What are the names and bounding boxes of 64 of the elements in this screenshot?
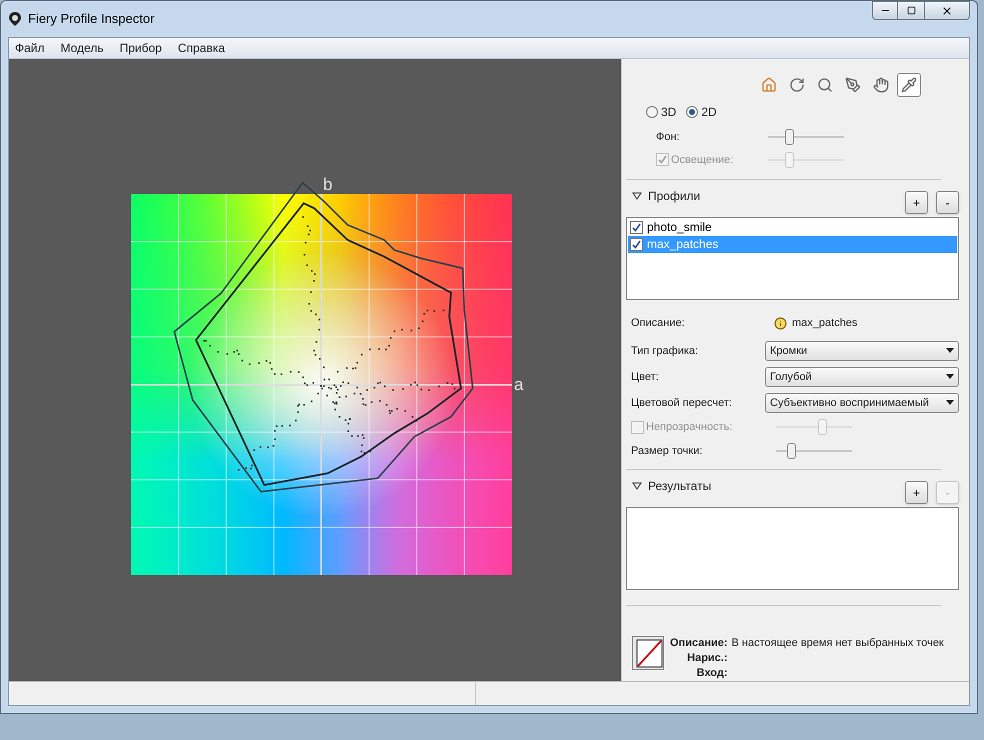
background-label: Фон: — [656, 130, 681, 145]
opacity-slider[interactable] — [776, 419, 852, 436]
info-value: В настоящее время нет выбранных точек — [732, 636, 944, 651]
menu-item[interactable]: Справка — [178, 39, 225, 57]
slider-thumb[interactable] — [787, 443, 796, 460]
menu-item[interactable]: Прибор — [120, 39, 162, 57]
window-title: Fiery Profile Inspector — [28, 10, 154, 28]
view-mode-radio[interactable]: 3D — [646, 102, 676, 121]
close-button[interactable] — [924, 1, 970, 20]
profile-row[interactable]: photo_smile — [628, 218, 957, 236]
search-icon — [816, 76, 832, 93]
dropdown-arrow-icon — [946, 348, 954, 354]
no-color-swatch-icon — [632, 636, 664, 670]
info-label: Описание: — [670, 636, 728, 651]
app-logo-icon — [8, 11, 22, 27]
dropdown-label: Цветовой пересчет: — [631, 396, 733, 411]
menu-item[interactable]: Файл — [15, 39, 45, 57]
checkbox[interactable] — [630, 220, 643, 234]
radio-button[interactable] — [686, 106, 698, 118]
close-icon — [941, 4, 953, 16]
eyedropper-icon — [900, 76, 916, 93]
profiles-section-title: Профили — [648, 188, 700, 205]
dropdown-arrow-icon — [946, 374, 954, 380]
opacity-label: Непрозрачность: — [646, 420, 732, 436]
slider-thumb[interactable] — [785, 128, 794, 145]
point-size-label: Размер точки: — [631, 444, 704, 459]
background-slider[interactable] — [768, 128, 844, 145]
maximize-icon — [906, 6, 916, 15]
remove-profile-button[interactable]: - — [936, 191, 959, 214]
lighting-label: Освещение: — [671, 152, 734, 168]
checkbox[interactable] — [630, 238, 643, 251]
description-value: max_patches — [792, 316, 858, 331]
radio-button[interactable] — [646, 106, 658, 118]
add-profile-button[interactable]: + — [905, 191, 928, 214]
description-label: Описание: — [631, 316, 686, 331]
menu-item[interactable]: Модель — [60, 39, 104, 57]
eyedropper-tool-button[interactable] — [896, 72, 920, 97]
profile-name: max_patches — [647, 236, 718, 254]
maximize-button[interactable] — [898, 1, 924, 20]
dropdown[interactable]: Субъективно воспринимаемый — [765, 392, 959, 413]
view-mode-radio[interactable]: 2D — [686, 102, 717, 121]
info-icon — [774, 316, 787, 330]
dropdown[interactable]: Кромки — [765, 340, 959, 361]
dropdown-label: Цвет: — [631, 370, 660, 385]
dropdown[interactable]: Голубой — [765, 366, 959, 387]
point-size-slider[interactable] — [776, 443, 852, 460]
lighting-slider[interactable] — [768, 152, 844, 168]
info-label: Вход: — [696, 666, 728, 681]
expander-triangle-icon[interactable] — [632, 192, 642, 200]
a-axis-label: a — [514, 375, 524, 394]
info-label: Нарис.: — [686, 650, 728, 666]
dropdown-arrow-icon — [946, 400, 954, 406]
checkmark-icon — [658, 155, 667, 164]
hand-icon — [872, 76, 888, 93]
profile-name: photo_smile — [647, 219, 712, 236]
home-icon — [760, 76, 776, 93]
expander-triangle-icon[interactable] — [632, 482, 642, 490]
minimize-button[interactable] — [872, 1, 898, 20]
add-result-button[interactable]: + — [905, 481, 928, 504]
dropdown-label: Тип графика: — [631, 344, 700, 359]
pen-icon — [844, 76, 860, 93]
b-axis-label: b — [323, 175, 332, 194]
results-section-title: Результаты — [648, 478, 712, 495]
rotate-icon — [788, 76, 804, 93]
